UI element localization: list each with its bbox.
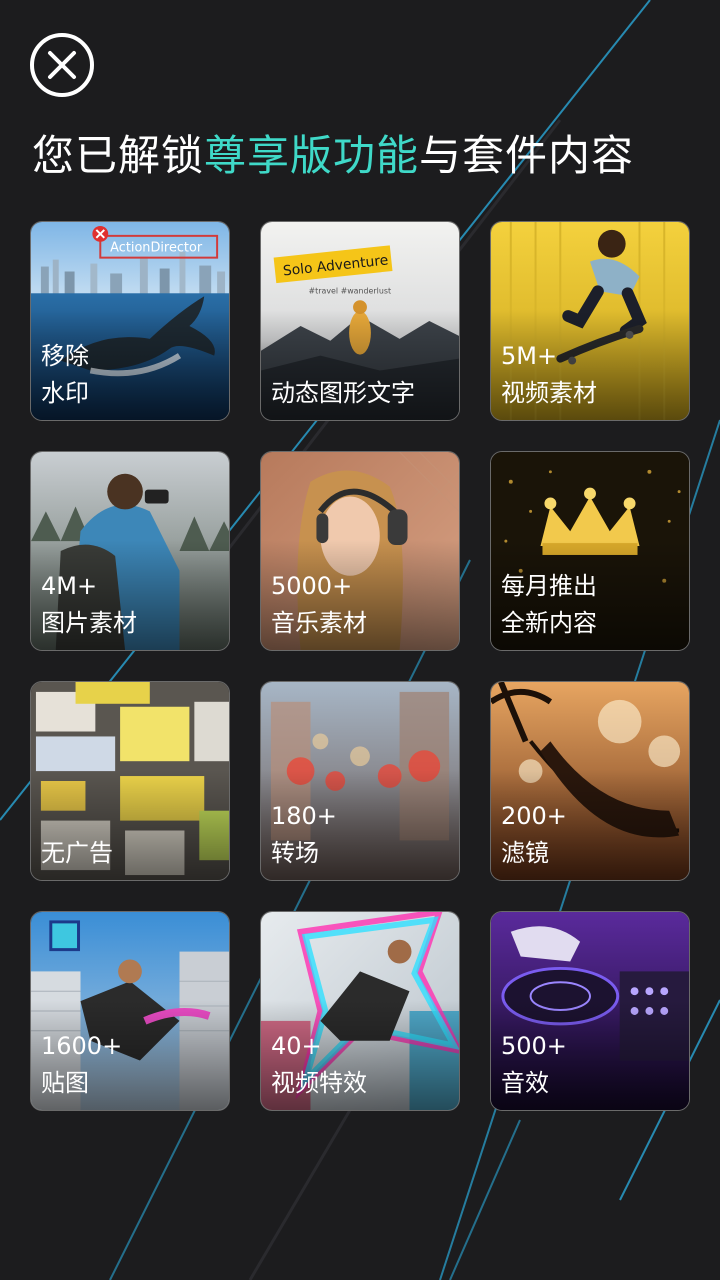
feature-label: 视频特效 (271, 1069, 367, 1097)
feature-caption: 1600+ 贴图 (41, 1028, 122, 1102)
feature-caption: 每月推出 全新内容 (501, 568, 597, 642)
feature-caption: 5000+ 音乐素材 (271, 568, 367, 642)
feature-tile-transitions[interactable]: 180+ 转场 (260, 681, 460, 881)
feature-tile-music[interactable]: 5000+ 音乐素材 (260, 451, 460, 651)
feature-label: 水印 (41, 379, 89, 407)
feature-label: 音乐素材 (271, 609, 367, 637)
title-accent: 尊享版功能 (204, 131, 420, 180)
feature-tile-remove-watermark[interactable]: ActionDirector 移除 水印 (30, 221, 230, 421)
feature-caption: 移除 水印 (41, 338, 89, 412)
feature-caption: 200+ 滤镜 (501, 798, 567, 872)
title-prefix: 您已解锁 (32, 131, 205, 180)
feature-tile-video-footage[interactable]: 5M+ 视频素材 (490, 221, 690, 421)
feature-tile-monthly-content[interactable]: 每月推出 全新内容 (490, 451, 690, 651)
feature-value: 40+ (271, 1032, 322, 1060)
feature-label: 图片素材 (41, 609, 137, 637)
feature-label: 音效 (501, 1069, 549, 1097)
feature-tile-motion-text[interactable]: Solo Adventure #travel #wanderlust 动态图形文… (260, 221, 460, 421)
feature-label: 视频素材 (501, 379, 597, 407)
feature-caption: 180+ 转场 (271, 798, 337, 872)
feature-value: 500+ (501, 1032, 567, 1060)
feature-label: 动态图形文字 (271, 379, 415, 407)
feature-caption: 5M+ 视频素材 (501, 338, 597, 412)
feature-value: 200+ (501, 802, 567, 830)
title-suffix: 与套件内容 (419, 131, 635, 180)
feature-caption: 无广告 (41, 835, 113, 872)
feature-caption: 动态图形文字 (271, 375, 415, 412)
feature-tile-sound-effects[interactable]: 500+ 音效 (490, 911, 690, 1111)
watermark-text: ActionDirector (110, 241, 203, 256)
feature-value: 4M+ (41, 572, 98, 600)
feature-value: 每月推出 (501, 572, 597, 600)
feature-value: 移除 (41, 342, 89, 370)
feature-caption: 500+ 音效 (501, 1028, 567, 1102)
feature-label: 滤镜 (501, 839, 549, 867)
page-title: 您已解锁尊享版功能与套件内容 (32, 122, 712, 183)
feature-value: 180+ (271, 802, 337, 830)
feature-tile-photo-footage[interactable]: 4M+ 图片素材 (30, 451, 230, 651)
feature-tile-stickers[interactable]: 1600+ 贴图 (30, 911, 230, 1111)
feature-value: 5M+ (501, 342, 558, 370)
feature-caption: 4M+ 图片素材 (41, 568, 137, 642)
art-tags: #travel #wanderlust (309, 286, 392, 295)
feature-label: 全新内容 (501, 609, 597, 637)
feature-tile-filters[interactable]: 200+ 滤镜 (490, 681, 690, 881)
close-button[interactable] (30, 33, 94, 97)
feature-label: 贴图 (41, 1069, 89, 1097)
feature-value: 5000+ (271, 572, 353, 600)
feature-label: 无广告 (41, 839, 113, 867)
feature-caption: 40+ 视频特效 (271, 1028, 367, 1102)
feature-tile-video-effects[interactable]: 40+ 视频特效 (260, 911, 460, 1111)
feature-tile-no-ads[interactable]: 无广告 (30, 681, 230, 881)
close-icon (48, 51, 76, 79)
feature-value: 1600+ (41, 1032, 123, 1060)
feature-label: 转场 (271, 839, 319, 867)
